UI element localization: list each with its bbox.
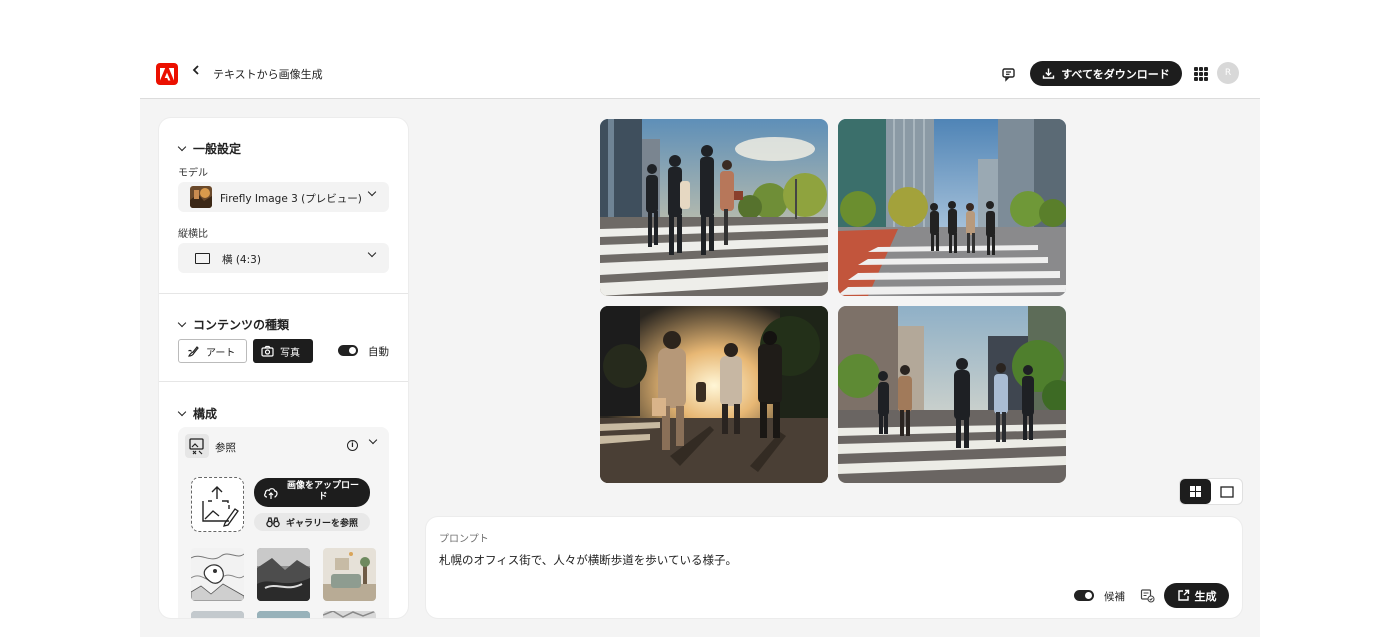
app-window: テキストから画像生成 すべてをダウンロード R 一般設定 モデル Firefly… xyxy=(140,48,1260,637)
general-settings-header[interactable]: 一般設定 xyxy=(177,140,242,157)
reference-thumbnail[interactable] xyxy=(191,548,244,601)
paintbrush-icon xyxy=(188,345,199,357)
model-select[interactable]: Firefly Image 3 (プレビュー) xyxy=(178,182,389,212)
single-view-icon xyxy=(1219,485,1234,498)
reference-thumbnail[interactable] xyxy=(257,611,310,618)
reference-thumbnail[interactable] xyxy=(257,548,310,601)
upload-image-label: 画像をアップロード xyxy=(287,481,360,502)
composition-title: 構成 xyxy=(193,407,218,421)
download-all-button[interactable]: すべてをダウンロード xyxy=(1030,61,1182,86)
model-value: Firefly Image 3 (プレビュー) xyxy=(220,193,362,205)
aspect-ratio-select[interactable]: 横 (4:3) xyxy=(178,243,389,273)
aspect-ratio-label: 縦横比 xyxy=(178,229,208,240)
generate-button[interactable]: 生成 xyxy=(1164,583,1229,608)
composition-header[interactable]: 構成 xyxy=(177,405,218,422)
upload-image-button[interactable]: 画像をアップロード xyxy=(254,478,370,507)
binoculars-icon xyxy=(266,516,280,527)
photo-button[interactable]: 写真 xyxy=(253,339,313,363)
generate-icon xyxy=(1177,589,1189,601)
divider xyxy=(159,381,408,382)
grid-view-icon xyxy=(1190,486,1201,497)
reference-header[interactable]: 参照 i xyxy=(178,427,389,465)
reference-image-icon xyxy=(185,434,209,458)
photo-label: 写真 xyxy=(280,347,300,359)
divider xyxy=(159,293,408,294)
cloud-upload-icon xyxy=(264,488,278,499)
reference-section: 参照 i 画像をアップロード ギャラリーを参照 xyxy=(178,427,389,618)
general-settings-title: 一般設定 xyxy=(193,142,242,156)
chevron-down-icon[interactable] xyxy=(368,435,378,445)
download-all-label: すべてをダウンロード xyxy=(1061,67,1170,81)
landscape-rectangle-icon xyxy=(195,253,210,264)
prompt-panel: プロンプト 札幌のオフィス街で、人々が横断歩道を歩いている様子。 候補 生成 xyxy=(426,517,1242,618)
upload-image-icon xyxy=(202,486,239,527)
adobe-logo-icon[interactable] xyxy=(156,63,178,85)
model-label: モデル xyxy=(178,168,208,179)
generate-label: 生成 xyxy=(1194,589,1217,603)
generated-image[interactable] xyxy=(600,119,828,296)
content-type-title: コンテンツの種類 xyxy=(193,318,290,332)
reference-thumbnail[interactable] xyxy=(323,548,376,601)
browse-gallery-button[interactable]: ギャラリーを参照 xyxy=(254,513,370,531)
feedback-icon[interactable] xyxy=(1000,65,1018,83)
content-type-header[interactable]: コンテンツの種類 xyxy=(177,316,290,333)
view-mode-toggle xyxy=(1180,479,1242,504)
candidates-label: 候補 xyxy=(1104,591,1125,603)
chevron-down-icon xyxy=(177,318,187,327)
model-thumbnail-icon xyxy=(190,186,212,208)
chevron-down-icon xyxy=(177,407,187,416)
reference-thumbnail[interactable] xyxy=(191,611,244,618)
reference-label: 参照 xyxy=(215,442,236,454)
single-view-button[interactable] xyxy=(1211,479,1242,504)
browse-gallery-label: ギャラリーを参照 xyxy=(285,518,358,529)
content-credentials-icon[interactable] xyxy=(1140,588,1155,603)
prompt-label: プロンプト xyxy=(439,534,489,545)
reference-thumbnail[interactable] xyxy=(323,611,376,618)
chevron-down-icon xyxy=(177,142,187,151)
download-icon xyxy=(1043,68,1055,79)
art-label: アート xyxy=(206,347,236,359)
top-bar: テキストから画像生成 すべてをダウンロード R xyxy=(140,48,1260,99)
info-icon[interactable]: i xyxy=(347,440,358,451)
avatar[interactable]: R xyxy=(1217,62,1239,84)
generated-image[interactable] xyxy=(600,306,828,483)
auto-toggle[interactable] xyxy=(338,345,358,356)
camera-icon xyxy=(261,345,274,357)
chevron-down-icon xyxy=(367,248,377,258)
grid-view-button[interactable] xyxy=(1180,479,1211,504)
back-chevron-icon[interactable] xyxy=(191,63,201,81)
aspect-ratio-value: 横 (4:3) xyxy=(222,254,261,266)
settings-panel: 一般設定 モデル Firefly Image 3 (プレビュー) 縦横比 横 (… xyxy=(159,118,408,618)
art-button[interactable]: アート xyxy=(178,339,247,363)
generated-image[interactable] xyxy=(838,306,1066,483)
candidates-toggle[interactable] xyxy=(1074,590,1094,601)
prompt-input[interactable]: 札幌のオフィス街で、人々が横断歩道を歩いている様子。 xyxy=(439,552,737,568)
page-title: テキストから画像生成 xyxy=(213,68,323,81)
generated-image[interactable] xyxy=(838,119,1066,296)
auto-label: 自動 xyxy=(368,346,389,358)
upload-drop-zone[interactable] xyxy=(191,477,244,532)
apps-grid-icon[interactable] xyxy=(1194,67,1208,81)
chevron-down-icon xyxy=(367,187,377,197)
